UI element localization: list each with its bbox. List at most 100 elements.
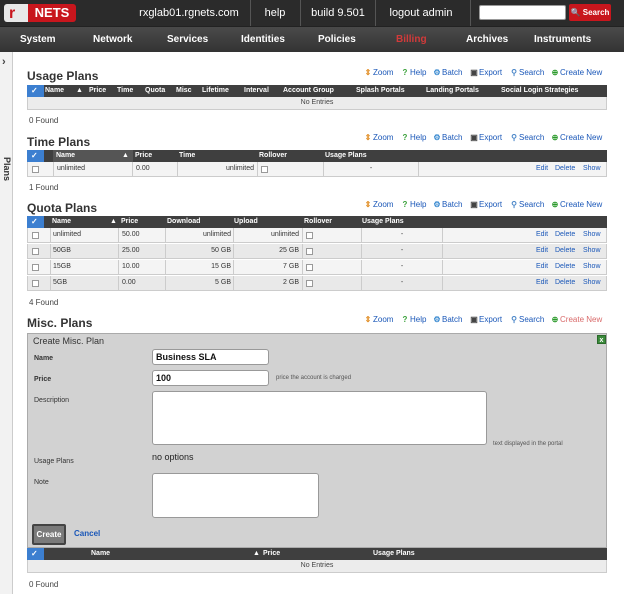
- search-button[interactable]: ⚲ Search: [510, 68, 544, 77]
- col-rollover[interactable]: Rollover: [259, 150, 287, 162]
- select-all-checkbox[interactable]: [27, 216, 44, 228]
- export-button[interactable]: ▣Export: [470, 200, 502, 209]
- chevron-right-icon[interactable]: ›: [2, 56, 6, 68]
- show-link[interactable]: Show: [583, 244, 601, 258]
- col-usage-plans[interactable]: Usage Plans: [373, 548, 415, 560]
- search-button[interactable]: ⚲ Search: [510, 200, 544, 209]
- col-interval[interactable]: Interval: [244, 85, 269, 97]
- col-quota[interactable]: Quota: [145, 85, 165, 97]
- zoom-button[interactable]: ⇕ Zoom: [364, 200, 394, 209]
- batch-button[interactable]: ⚙Batch: [433, 200, 462, 209]
- col-lifetime[interactable]: Lifetime: [202, 85, 229, 97]
- export-button[interactable]: ▣Export: [470, 315, 502, 324]
- edit-link[interactable]: Edit: [536, 244, 548, 258]
- nav-services[interactable]: Services: [167, 27, 208, 53]
- price-input[interactable]: 100: [152, 370, 269, 386]
- col-price[interactable]: Price: [121, 216, 138, 228]
- nav-instruments[interactable]: Instruments: [534, 27, 591, 53]
- plans-side-tab[interactable]: › Plans: [0, 52, 13, 594]
- col-price[interactable]: Price: [135, 150, 152, 162]
- row-checkbox[interactable]: [32, 280, 39, 287]
- row-checkbox[interactable]: [32, 248, 39, 255]
- row-checkbox[interactable]: [32, 166, 39, 173]
- col-usage-plans[interactable]: Usage Plans: [325, 150, 367, 162]
- col-misc[interactable]: Misc: [176, 85, 192, 97]
- col-download[interactable]: Download: [167, 216, 200, 228]
- help-button[interactable]: ? Help: [401, 68, 427, 77]
- show-link[interactable]: Show: [583, 228, 601, 242]
- export-button[interactable]: ▣Export: [470, 133, 502, 142]
- zoom-button[interactable]: ⇕ Zoom: [364, 133, 394, 142]
- nav-network[interactable]: Network: [93, 27, 132, 53]
- select-all-checkbox[interactable]: [27, 85, 44, 97]
- col-social-login-strategies[interactable]: Social Login Strategies: [501, 85, 578, 97]
- col-name[interactable]: Name: [52, 216, 71, 228]
- create-new-button[interactable]: ⊕ Create New: [551, 315, 603, 324]
- nav-identities[interactable]: Identities: [241, 27, 285, 53]
- batch-button[interactable]: ⚙Batch: [433, 315, 462, 324]
- cancel-link[interactable]: Cancel: [74, 529, 100, 538]
- nav-policies[interactable]: Policies: [318, 27, 356, 53]
- delete-link[interactable]: Delete: [555, 260, 575, 274]
- col-splash-portals[interactable]: Splash Portals: [356, 85, 405, 97]
- row-checkbox[interactable]: [32, 232, 39, 239]
- edit-link[interactable]: Edit: [536, 260, 548, 274]
- col-price[interactable]: Price: [89, 85, 106, 97]
- delete-link[interactable]: Delete: [555, 228, 575, 242]
- delete-link[interactable]: Delete: [555, 244, 575, 258]
- col-time[interactable]: Time: [117, 85, 133, 97]
- host-link[interactable]: rxglab01.rgnets.com: [133, 0, 245, 26]
- zoom-button[interactable]: ⇕ Zoom: [364, 315, 394, 324]
- global-search-button[interactable]: 🔍 Search: [569, 4, 611, 21]
- create-button[interactable]: Create: [32, 524, 66, 545]
- show-link[interactable]: Show: [583, 162, 601, 176]
- create-new-button[interactable]: ⊕ Create New: [551, 133, 603, 142]
- edit-link[interactable]: Edit: [536, 162, 548, 176]
- batch-button[interactable]: ⚙Batch: [433, 68, 462, 77]
- close-icon[interactable]: x: [597, 335, 606, 344]
- global-search-input[interactable]: [479, 5, 566, 20]
- col-landing-portals[interactable]: Landing Portals: [426, 85, 479, 97]
- col-name[interactable]: Name: [56, 150, 75, 162]
- note-textarea[interactable]: [152, 473, 319, 518]
- edit-link[interactable]: Edit: [536, 276, 548, 290]
- name-input[interactable]: Business SLA: [152, 349, 269, 365]
- batch-button[interactable]: ⚙Batch: [433, 133, 462, 142]
- col-account-group[interactable]: Account Group: [283, 85, 334, 97]
- show-link[interactable]: Show: [583, 276, 601, 290]
- help-button[interactable]: ? Help: [401, 315, 427, 324]
- col-usage-plans[interactable]: Usage Plans: [362, 216, 404, 228]
- edit-link[interactable]: Edit: [536, 228, 548, 242]
- search-button[interactable]: ⚲ Search: [510, 315, 544, 324]
- export-button[interactable]: ▣Export: [470, 68, 502, 77]
- sort-up-icon[interactable]: ▲: [110, 216, 117, 228]
- nav-billing[interactable]: Billing: [396, 27, 427, 53]
- help-button[interactable]: ? Help: [401, 200, 427, 209]
- show-link[interactable]: Show: [583, 260, 601, 274]
- col-name[interactable]: Name: [45, 85, 64, 97]
- col-price[interactable]: Price: [263, 548, 280, 560]
- rgnets-logo[interactable]: r NETS: [4, 4, 76, 22]
- select-all-checkbox[interactable]: [27, 150, 44, 162]
- col-rollover[interactable]: Rollover: [304, 216, 332, 228]
- help-button[interactable]: ? Help: [401, 133, 427, 142]
- create-new-button[interactable]: ⊕ Create New: [551, 68, 603, 77]
- help-link[interactable]: help: [256, 0, 294, 26]
- delete-link[interactable]: Delete: [555, 162, 575, 176]
- col-name[interactable]: Name: [91, 548, 110, 560]
- create-new-button[interactable]: ⊕ Create New: [551, 200, 603, 209]
- col-upload[interactable]: Upload: [234, 216, 258, 228]
- logout-link[interactable]: logout admin: [382, 0, 460, 26]
- search-button[interactable]: ⚲ Search: [510, 133, 544, 142]
- delete-link[interactable]: Delete: [555, 276, 575, 290]
- sort-up-icon[interactable]: ▲: [122, 150, 129, 162]
- row-checkbox[interactable]: [32, 264, 39, 271]
- col-time[interactable]: Time: [179, 150, 195, 162]
- zoom-button[interactable]: ⇕ Zoom: [364, 68, 394, 77]
- nav-system[interactable]: System: [20, 27, 56, 53]
- nav-archives[interactable]: Archives: [466, 27, 508, 53]
- description-textarea[interactable]: [152, 391, 487, 445]
- select-all-checkbox[interactable]: [27, 548, 44, 560]
- sort-up-icon[interactable]: ▲: [253, 548, 260, 560]
- sort-up-icon[interactable]: ▲: [76, 85, 83, 97]
